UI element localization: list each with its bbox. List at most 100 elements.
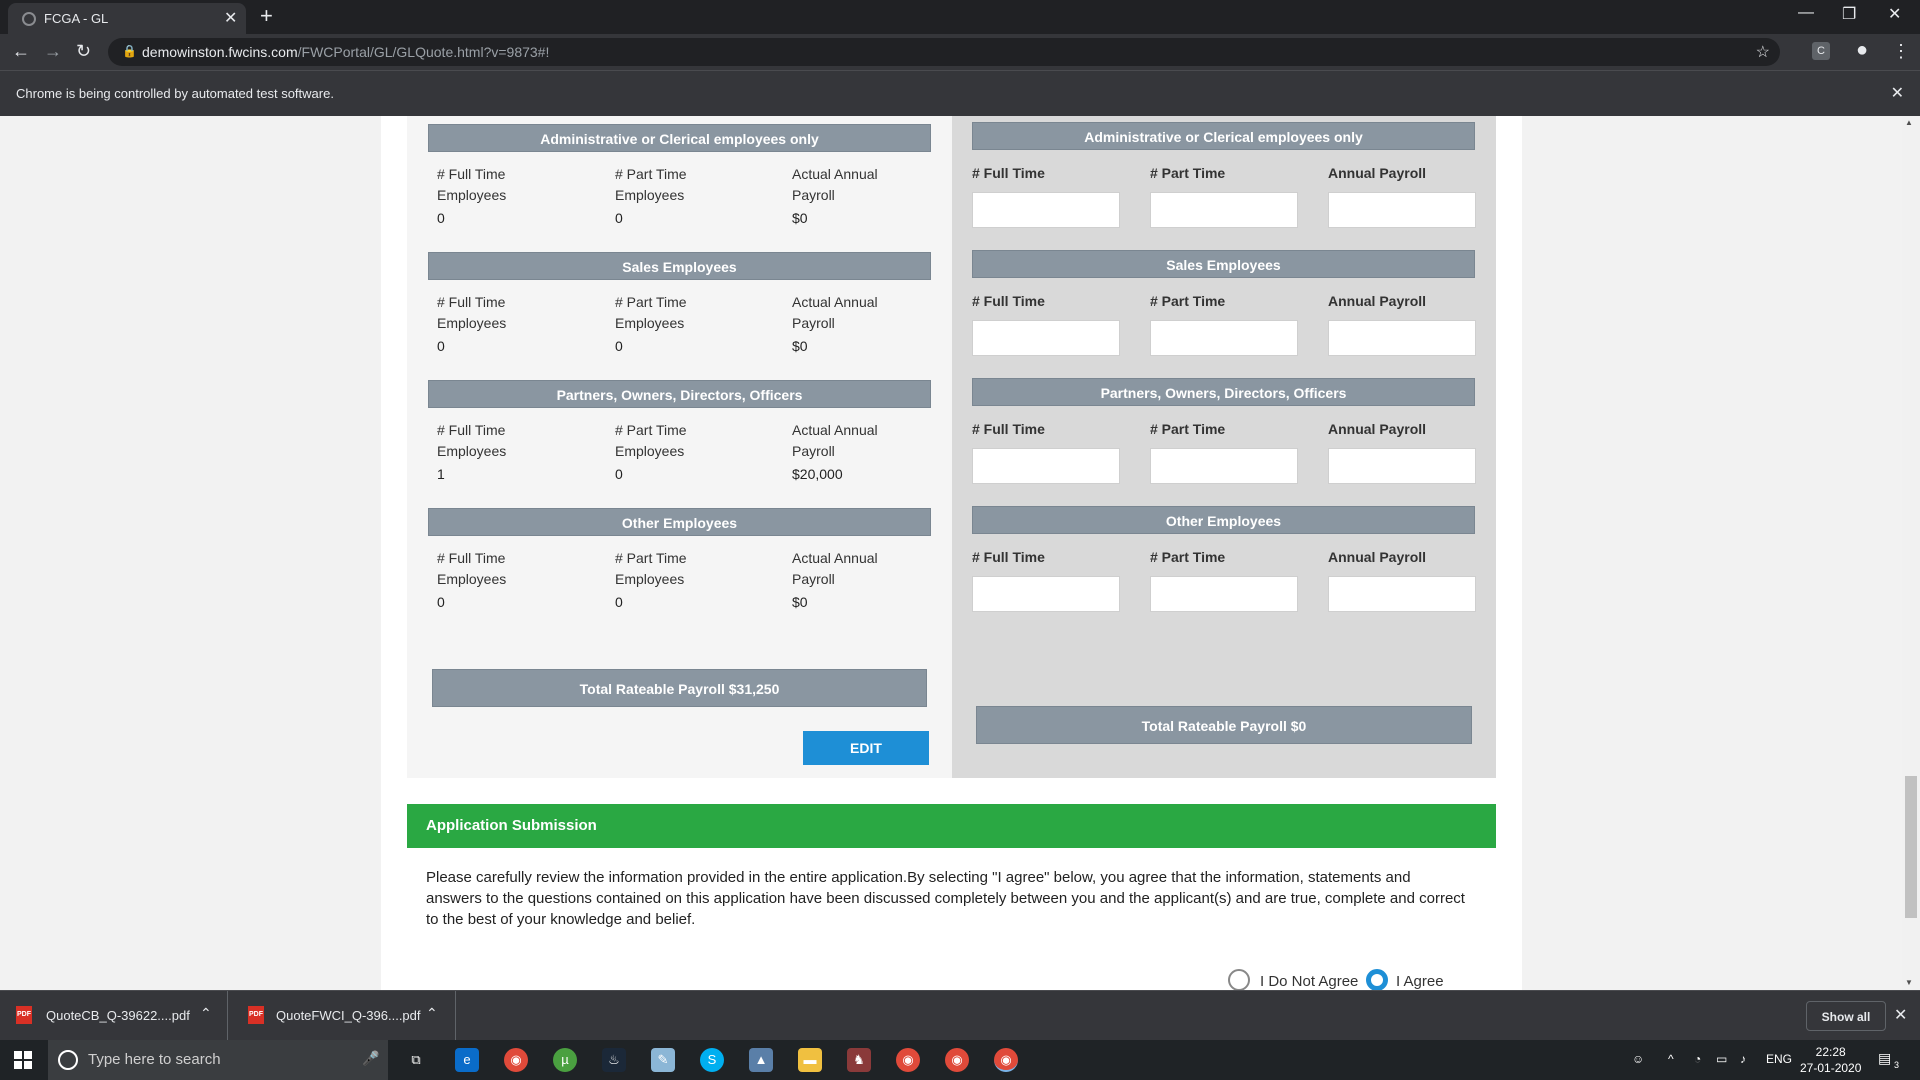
tab-bar: FCGA - GL ✕ + — ❐ ✕ [0,0,1920,34]
new-tab-icon[interactable]: + [260,3,273,29]
left-pt-label: # Part Time Employees [615,550,687,587]
download-item[interactable]: PDF QuoteCB_Q-39622....pdf ⌃ [0,991,228,1041]
do-not-agree-label: I Do Not Agree [1260,973,1359,990]
right-ft-label: # Full Time [972,421,1045,437]
skype-icon[interactable]: S [700,1048,724,1072]
download-item[interactable]: PDF QuoteFWCI_Q-396....pdf ⌃ [230,991,456,1041]
agree-radio[interactable] [1366,969,1388,990]
scroll-down-icon[interactable]: ▼ [1905,978,1913,987]
steam-icon[interactable]: ♨ [602,1048,626,1072]
windows-start-icon[interactable] [14,1051,32,1069]
right-section-header: Other Employees [972,506,1475,534]
close-window-icon[interactable]: ✕ [1888,4,1901,24]
notepad-icon[interactable]: ✎ [651,1048,675,1072]
pdf-icon: PDF [16,1006,32,1024]
restore-icon[interactable]: ❐ [1842,4,1856,24]
chevron-up-icon[interactable]: ⌃ [200,1005,212,1022]
people-icon[interactable]: ☺ [1632,1052,1644,1066]
agree-label: I Agree [1396,973,1444,990]
left-ft-value: 0 [437,594,445,610]
browser-tab[interactable]: FCGA - GL ✕ [8,3,246,34]
chrome-icon[interactable]: ◉ [504,1048,528,1072]
utorrent-icon[interactable]: µ [553,1048,577,1072]
left-section-header: Other Employees [428,508,931,536]
left-ft-label: # Full Time Employees [437,422,507,459]
menu-icon[interactable]: ⋮ [1892,41,1910,62]
task-view-icon[interactable]: ⧉ [404,1048,428,1072]
chrome-icon[interactable]: ◉ [945,1048,969,1072]
reload-icon[interactable]: ↻ [76,41,91,62]
right-ft-input[interactable] [972,576,1120,612]
lock-icon: 🔒 [122,44,137,58]
minimize-icon[interactable]: — [1798,4,1814,22]
right-ft-label: # Full Time [972,165,1045,181]
left-pt-label: # Part Time Employees [615,294,687,331]
right-pay-input[interactable] [1328,576,1476,612]
edge-icon[interactable]: e [455,1048,479,1072]
download-filename: QuoteFWCI_Q-396....pdf [276,1008,421,1023]
left-pt-value: 0 [615,594,623,610]
download-filename: QuoteCB_Q-39622....pdf [46,1008,190,1023]
right-pay-input[interactable] [1328,192,1476,228]
download-shelf: PDF QuoteCB_Q-39622....pdf ⌃ PDF QuoteFW… [0,990,1920,1041]
left-ft-value: 1 [437,466,445,482]
toolbar: ← → ↻ 🔒 demowinston.fwcins.com/FWCPortal… [0,34,1920,70]
right-pt-input[interactable] [1150,192,1298,228]
chrome-icon[interactable]: ◉ [896,1048,920,1072]
profile-icon[interactable]: ● [1856,39,1868,62]
right-section-header: Partners, Owners, Directors, Officers [972,378,1475,406]
chrome-active-icon[interactable]: ◉ [994,1048,1018,1072]
tray-chevron-up-icon[interactable]: ^ [1668,1052,1674,1066]
url-text: demowinston.fwcins.com/FWCPortal/GL/GLQu… [142,44,550,60]
forward-icon[interactable]: → [44,41,62,62]
close-tab-icon[interactable]: ✕ [224,8,237,28]
cortana-icon [58,1050,78,1070]
microphone-icon[interactable]: 🎤 [362,1050,379,1067]
taskbar-search[interactable]: Type here to search 🎤 [48,1040,388,1080]
scrollbar-thumb[interactable] [1905,776,1917,918]
right-pt-input[interactable] [1150,320,1298,356]
address-bar[interactable]: 🔒 demowinston.fwcins.com/FWCPortal/GL/GL… [108,38,1780,66]
right-pt-label: # Part Time [1150,549,1226,565]
system-clock[interactable]: 22:28 27-01-2020 [1800,1044,1861,1076]
file-explorer-icon[interactable]: ▬ [798,1048,822,1072]
tab-title: FCGA - GL [44,11,109,26]
do-not-agree-radio[interactable] [1228,969,1250,990]
right-pay-label: Annual Payroll [1328,549,1427,565]
right-ft-label: # Full Time [972,549,1045,565]
network-icon[interactable]: ◔ [1694,1052,1701,1066]
chevron-up-icon[interactable]: ⌃ [426,1005,438,1022]
left-pay-value: $0 [792,594,808,610]
action-center-icon[interactable]: ▤ [1878,1050,1891,1067]
edit-button[interactable]: EDIT [803,731,929,765]
extension-icon[interactable]: C [1812,42,1830,60]
right-ft-input[interactable] [972,448,1120,484]
volume-icon[interactable]: ♪ [1740,1052,1746,1066]
close-infobar-icon[interactable]: ✕ [1891,83,1904,103]
game-icon[interactable]: ♞ [847,1048,871,1072]
back-icon[interactable]: ← [12,41,30,62]
notification-count: 3 [1894,1060,1900,1070]
windows-taskbar: Type here to search 🎤 ⧉ e ◉ µ ♨ ✎ S ▲ ▬ … [0,1040,1920,1080]
battery-icon[interactable]: ▭ [1716,1052,1727,1066]
right-pt-input[interactable] [1150,576,1298,612]
right-pay-input[interactable] [1328,448,1476,484]
left-ft-label: # Full Time Employees [437,166,507,203]
right-pay-label: Annual Payroll [1328,293,1427,309]
close-shelf-icon[interactable]: ✕ [1894,1005,1907,1025]
tab-favicon-icon [22,12,36,26]
bookmark-star-icon[interactable]: ☆ [1756,42,1770,62]
right-pt-input[interactable] [1150,448,1298,484]
right-section-header: Administrative or Clerical employees onl… [972,122,1475,150]
language-indicator[interactable]: ENG [1766,1052,1792,1066]
right-total-payroll: Total Rateable Payroll $0 [976,706,1472,744]
right-ft-input[interactable] [972,192,1120,228]
right-pay-input[interactable] [1328,320,1476,356]
show-all-button[interactable]: Show all [1806,1001,1886,1031]
right-ft-input[interactable] [972,320,1120,356]
scroll-up-icon[interactable]: ▲ [1905,118,1913,127]
clock-date: 27-01-2020 [1800,1061,1862,1075]
photos-icon[interactable]: ▲ [749,1048,773,1072]
left-ft-value: 0 [437,338,445,354]
page-viewport: Total Rateable Payroll $31,250 EDIT Tota… [0,116,1920,990]
